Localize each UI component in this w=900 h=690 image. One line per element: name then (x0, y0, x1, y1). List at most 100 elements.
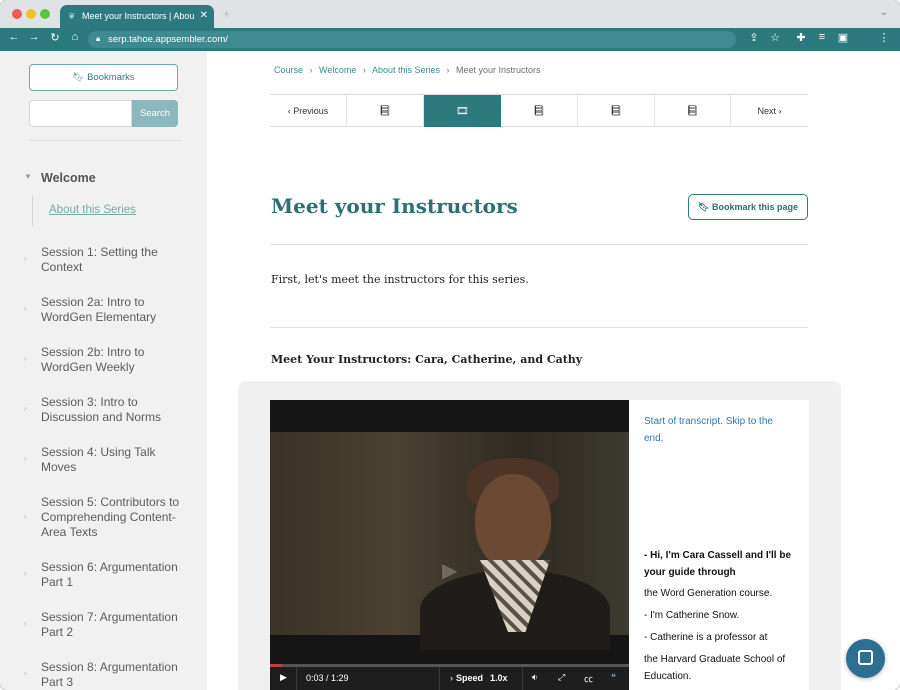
book-icon: 📘︎ (532, 106, 546, 117)
forward-arrow-icon[interactable]: → (26, 31, 42, 43)
divider (270, 244, 808, 245)
browser-window: ❦ Meet your Instructors | About t ✕ + ⌄ … (0, 0, 900, 690)
bookmark-page-button[interactable]: 🔖︎ Bookmark this page (688, 194, 808, 220)
browser-menu-icon[interactable]: ⋮ (876, 31, 892, 44)
sidebar-item-about-this-series[interactable]: About this Series (49, 204, 136, 216)
lock-icon: 🔒︎ (96, 34, 101, 43)
transcript-panel: Start of transcript. Skip to the end. - … (629, 400, 809, 690)
star-icon[interactable]: ☆ (767, 31, 783, 44)
close-window-button[interactable] (12, 9, 22, 19)
maximize-window-button[interactable] (40, 9, 50, 19)
bookmark-page-label: Bookmark this page (711, 202, 798, 212)
back-arrow-icon[interactable]: ← (6, 31, 22, 43)
sidebar-item-session-6[interactable]: Session 6: Argumentation Part 1 (41, 560, 191, 590)
transcript-line[interactable]: - I'm Catherine Snow. (644, 607, 804, 624)
active-indicator (32, 196, 33, 226)
sidebar-item-session-8[interactable]: Session 8: Argumentation Part 3 (41, 660, 191, 690)
tab-list-chevron-icon[interactable]: ⌄ (880, 7, 888, 18)
chat-icon (858, 650, 873, 665)
video-controls: ▶ 0:03 / 1:29 › Speed 1.0x 🔉︎ ⤢ ㏄ ❝ (270, 667, 629, 690)
site-favicon-icon: ❦ (68, 11, 76, 21)
play-overlay-icon[interactable]: ▶ (442, 558, 457, 583)
next-button[interactable]: Next › (731, 95, 808, 127)
chevron-right-icon: › (24, 254, 27, 263)
url-text: serp.tahoe.appsembler.com/ (108, 34, 228, 45)
video-player[interactable]: ▶ ▶ 0:03 / 1:29 › Speed 1.0x 🔉︎ ⤢ ㏄ ❝ (270, 400, 629, 690)
control-divider (296, 667, 297, 690)
chat-button[interactable] (846, 639, 885, 678)
bookmark-icon: 🔖︎ (698, 202, 710, 212)
bookmarks-label: Bookmarks (87, 72, 135, 83)
volume-icon[interactable]: 🔉︎ (532, 672, 538, 683)
fullscreen-icon[interactable]: ⤢ (558, 672, 565, 683)
search-button[interactable]: Search (132, 100, 178, 127)
chevron-down-icon[interactable]: ▼ (24, 172, 32, 181)
video-heading: Meet Your Instructors: Cara, Catherine, … (271, 353, 583, 366)
tab-bar: ❦ Meet your Instructors | About t ✕ + ⌄ (0, 0, 900, 28)
breadcrumb-about[interactable]: About this Series (372, 65, 440, 75)
chevron-right-icon: › (24, 354, 27, 363)
video-time: 0:03 / 1:29 (306, 673, 349, 683)
tab-title: Meet your Instructors | About t (82, 11, 194, 21)
sidebar-toggle-icon[interactable]: ▣ (835, 31, 851, 44)
control-divider (439, 667, 440, 690)
speed-label[interactable]: Speed (456, 673, 483, 683)
chevron-right-icon: › (778, 106, 782, 116)
previous-button[interactable]: ‹ Previous (270, 95, 347, 127)
sidebar-item-session-2b[interactable]: Session 2b: Intro to WordGen Weekly (41, 345, 191, 375)
transcript-line[interactable]: the Word Generation course. (644, 585, 804, 602)
divider (270, 327, 808, 328)
transcript-line[interactable]: the Harvard Graduate School of Education… (644, 651, 804, 685)
address-bar[interactable]: 🔒︎ serp.tahoe.appsembler.com/ (88, 31, 736, 48)
search-input[interactable] (29, 100, 132, 127)
breadcrumb-course[interactable]: Course (274, 65, 303, 75)
unit-video-button[interactable]: 🎞︎ (424, 95, 501, 127)
page-title: Meet your Instructors (271, 194, 518, 218)
book-icon: 📘︎ (378, 106, 392, 117)
chevron-right-icon: › (24, 669, 27, 678)
new-tab-icon[interactable]: + (223, 7, 230, 21)
chevron-left-icon: ‹ (287, 106, 291, 116)
transcript-line-active[interactable]: - Hi, I'm Cara Cassell and I'll be your … (644, 547, 804, 581)
speed-value[interactable]: 1.0x (490, 673, 508, 683)
transcript-toggle-icon[interactable]: ❝ (611, 672, 616, 683)
reading-list-icon[interactable]: ≡ (814, 31, 830, 43)
chevron-right-icon: › (24, 569, 27, 578)
unit-text-button[interactable]: 📘︎ (655, 95, 731, 127)
breadcrumb-separator: › (362, 65, 366, 75)
transcript-line[interactable]: - Catherine is a professor at (644, 629, 804, 646)
chevron-right-icon: › (24, 619, 27, 628)
breadcrumb-welcome[interactable]: Welcome (319, 65, 356, 75)
extensions-icon[interactable]: ✚ (793, 31, 809, 44)
breadcrumb: Course › Welcome › About this Series › M… (274, 65, 541, 75)
previous-label: Previous (293, 106, 329, 116)
captions-icon[interactable]: ㏄ (584, 672, 593, 685)
sidebar-item-session-3[interactable]: Session 3: Intro to Discussion and Norms (41, 395, 191, 425)
play-icon[interactable]: ▶ (280, 672, 287, 683)
book-icon: 📘︎ (686, 106, 699, 117)
speed-chevron-icon[interactable]: › (450, 673, 453, 683)
unit-text-button[interactable]: 📘︎ (578, 95, 655, 127)
breadcrumb-separator: › (446, 65, 450, 75)
book-icon: 📘︎ (609, 106, 623, 117)
transcript-skip-link[interactable]: Start of transcript. Skip to the end. (644, 413, 794, 447)
control-divider (522, 667, 523, 690)
browser-tab[interactable]: ❦ Meet your Instructors | About t ✕ (60, 5, 214, 28)
unit-text-button[interactable]: 📘︎ (347, 95, 424, 127)
unit-navigation: ‹ Previous 📘︎ 🎞︎ 📘︎ 📘︎ 📘︎ Next › (270, 94, 808, 127)
sidebar-item-session-1[interactable]: Session 1: Setting the Context (41, 245, 191, 275)
share-icon[interactable]: ⇪ (746, 31, 762, 44)
sidebar-section-welcome[interactable]: Welcome (41, 171, 96, 185)
sidebar-item-session-5[interactable]: Session 5: Contributors to Comprehending… (41, 495, 191, 540)
video-frame: ▶ (270, 432, 629, 650)
sidebar-item-session-7[interactable]: Session 7: Argumentation Part 2 (41, 610, 191, 640)
tab-close-icon[interactable]: ✕ (200, 10, 208, 21)
bookmarks-button[interactable]: 🔖︎ Bookmarks (29, 64, 178, 91)
chevron-right-icon: › (24, 512, 27, 521)
unit-text-button[interactable]: 📘︎ (501, 95, 578, 127)
sidebar-item-session-2a[interactable]: Session 2a: Intro to WordGen Elementary (41, 295, 191, 325)
sidebar-item-session-4[interactable]: Session 4: Using Talk Moves (41, 445, 191, 475)
minimize-window-button[interactable] (26, 9, 36, 19)
reload-icon[interactable]: ↻ (47, 31, 63, 44)
home-icon[interactable]: ⌂ (67, 31, 83, 43)
